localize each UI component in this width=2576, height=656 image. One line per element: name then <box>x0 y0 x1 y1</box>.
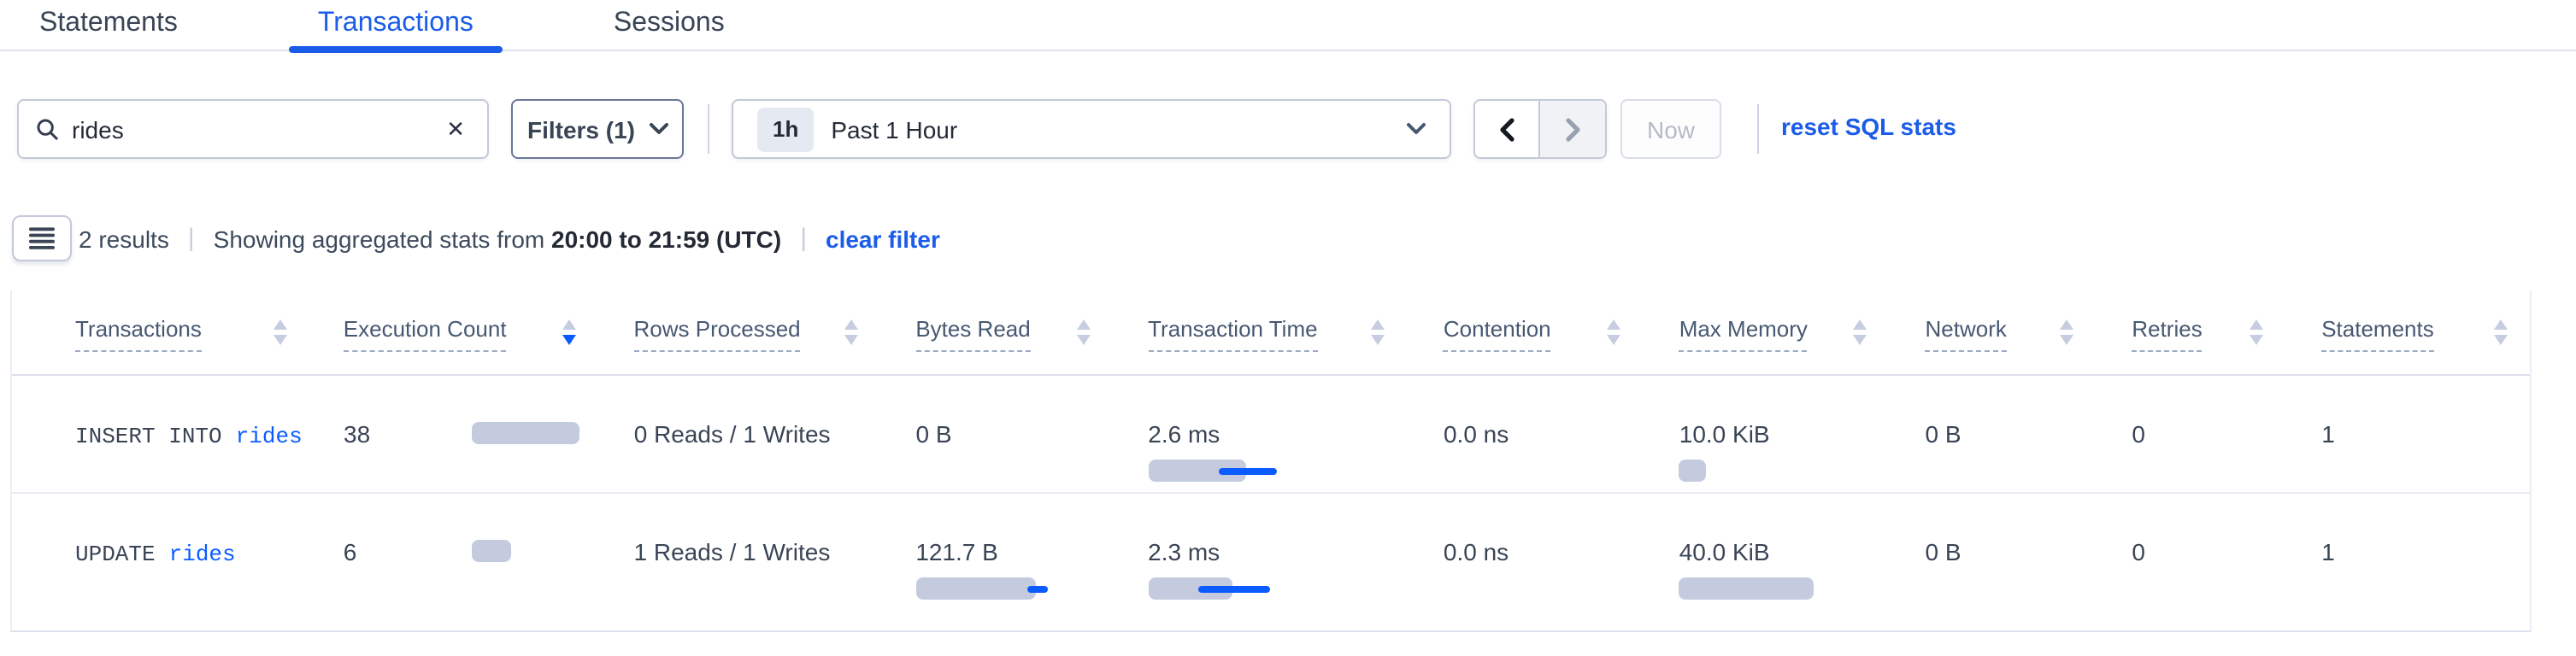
execution-count-bar <box>472 540 511 562</box>
tab-bar: Statements Transactions Sessions <box>0 0 2576 51</box>
chevron-left-icon <box>1499 117 1514 141</box>
results-summary: 2 results | Showing aggregated stats fro… <box>79 215 940 261</box>
statements-cell: 1 <box>2285 494 2530 632</box>
sort-icon[interactable] <box>1608 319 1621 345</box>
retries-cell: 0 <box>2096 376 2285 492</box>
col-header-retries[interactable]: Retries <box>2096 316 2285 374</box>
now-button[interactable]: Now <box>1620 99 1721 159</box>
clear-search-icon[interactable]: ✕ <box>441 118 470 140</box>
sort-icon[interactable] <box>2494 319 2508 345</box>
col-header-transaction-time[interactable]: Transaction Time <box>1112 316 1408 374</box>
rows-processed-cell: 1 Reads / 1 Writes <box>598 494 880 632</box>
time-nav-group <box>1473 99 1607 159</box>
contention-cell: 0.0 ns <box>1408 376 1644 492</box>
results-count: 2 results <box>79 225 169 252</box>
reset-sql-stats-link[interactable]: reset SQL stats <box>1781 113 1956 140</box>
network-cell: 0 B <box>1890 376 2097 492</box>
execution-count-cell: 6 <box>309 494 598 632</box>
max-memory-bar <box>1679 577 1876 600</box>
filters-label: Filters (1) <box>527 115 635 143</box>
sort-icon[interactable] <box>1372 319 1385 345</box>
sql-keyword: INSERT INTO <box>75 424 222 449</box>
time-range-badge: 1h <box>757 107 814 151</box>
sort-icon[interactable] <box>844 319 857 345</box>
sql-activity-page: Statements Transactions Sessions ✕ Filte… <box>0 0 2576 656</box>
transactions-table: Transactions Execution Count Rows Proces… <box>10 290 2532 632</box>
sort-icon[interactable] <box>2250 319 2263 345</box>
tab-statements[interactable]: Statements <box>10 0 207 50</box>
col-header-bytes-read[interactable]: Bytes Read <box>879 316 1112 374</box>
max-memory-cell: 10.0 KiB <box>1644 376 1890 492</box>
col-header-statements[interactable]: Statements <box>2285 316 2530 374</box>
sort-icon[interactable] <box>273 319 287 345</box>
chevron-down-icon <box>1407 123 1426 135</box>
execution-count-bar <box>472 422 579 444</box>
table-row: INSERT INTO rides 38 0 Reads / 1 Writes 0… <box>12 376 2530 494</box>
previous-interval-button[interactable] <box>1475 101 1540 157</box>
divider <box>708 104 709 154</box>
chevron-down-icon <box>649 123 668 135</box>
chevron-right-icon <box>1565 117 1580 141</box>
tab-transactions[interactable]: Transactions <box>289 0 503 50</box>
time-range-label: Past 1 Hour <box>831 115 1407 143</box>
bytes-read-cell: 0 B <box>879 376 1112 492</box>
statements-cell: 1 <box>2285 376 2530 492</box>
bytes-read-bar <box>915 577 1098 600</box>
transaction-link[interactable]: rides <box>236 424 303 449</box>
table-header-row: Transactions Execution Count Rows Proces… <box>12 290 2530 376</box>
rows-processed-cell: 0 Reads / 1 Writes <box>598 376 880 492</box>
next-interval-button[interactable] <box>1540 101 1605 157</box>
sql-keyword: UPDATE <box>75 542 156 567</box>
col-header-rows-processed[interactable]: Rows Processed <box>598 316 880 374</box>
aggregation-range: Showing aggregated stats from 20:00 to 2… <box>214 225 782 252</box>
bytes-read-bar <box>915 460 1098 482</box>
menu-icon <box>29 226 55 251</box>
search-icon <box>36 118 58 140</box>
bytes-read-cell: 121.7 B <box>879 494 1112 632</box>
contention-cell: 0.0 ns <box>1408 494 1644 632</box>
transaction-time-bar <box>1148 460 1394 482</box>
transaction-link[interactable]: rides <box>169 542 236 567</box>
col-header-network[interactable]: Network <box>1890 316 2097 374</box>
sort-icon-active-desc[interactable] <box>562 319 576 345</box>
col-header-contention[interactable]: Contention <box>1408 316 1644 374</box>
transaction-cell: INSERT INTO rides <box>39 376 309 492</box>
sort-icon[interactable] <box>1854 319 1867 345</box>
max-memory-cell: 40.0 KiB <box>1644 494 1890 632</box>
col-header-transactions[interactable]: Transactions <box>39 316 309 374</box>
column-selector-button[interactable] <box>12 215 72 261</box>
divider <box>1757 104 1759 154</box>
sort-icon[interactable] <box>2060 319 2073 345</box>
clear-filter-link[interactable]: clear filter <box>826 225 940 252</box>
search-input[interactable] <box>72 115 441 143</box>
retries-cell: 0 <box>2096 494 2285 632</box>
content-area: ✕ Filters (1) 1h Past 1 Hour <box>0 51 2576 656</box>
search-box[interactable]: ✕ <box>17 99 489 159</box>
execution-count-cell: 38 <box>309 376 598 492</box>
time-range-picker[interactable]: 1h Past 1 Hour <box>732 99 1451 159</box>
table-row: UPDATE rides 6 1 Reads / 1 Writes 121.7 B… <box>12 494 2530 632</box>
network-cell: 0 B <box>1890 494 2097 632</box>
filters-button[interactable]: Filters (1) <box>511 99 684 159</box>
transaction-time-cell: 2.3 ms <box>1112 494 1408 632</box>
max-memory-bar <box>1679 460 1876 482</box>
col-header-max-memory[interactable]: Max Memory <box>1644 316 1890 374</box>
col-header-execution-count[interactable]: Execution Count <box>309 316 598 374</box>
sort-icon[interactable] <box>1076 319 1090 345</box>
transaction-time-bar <box>1148 577 1394 600</box>
transaction-cell: UPDATE rides <box>39 494 309 632</box>
tab-sessions[interactable]: Sessions <box>585 0 754 50</box>
transaction-time-cell: 2.6 ms <box>1112 376 1408 492</box>
